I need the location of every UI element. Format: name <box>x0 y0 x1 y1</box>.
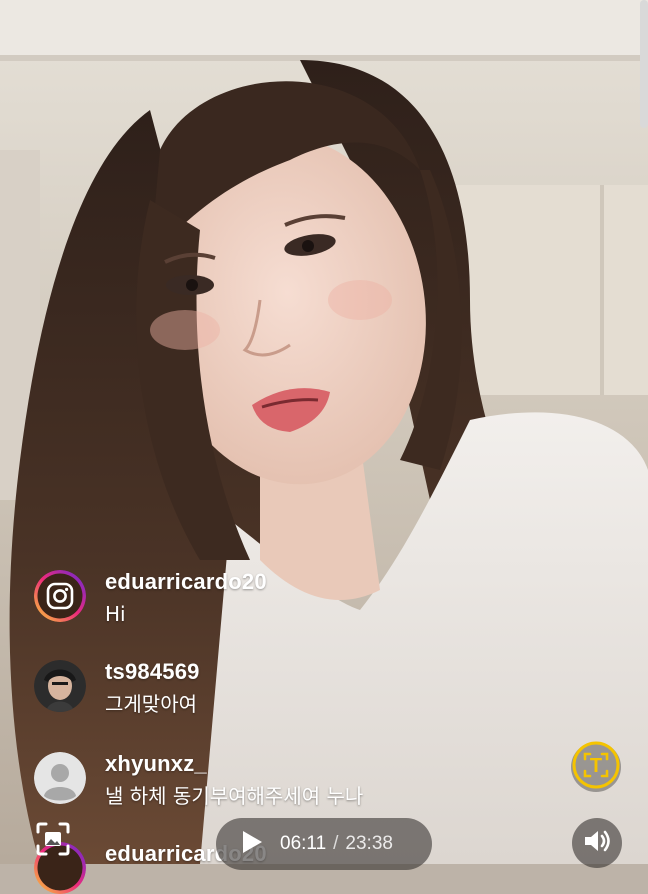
live-video-frame <box>0 0 648 864</box>
text-t-icon: T <box>572 741 620 794</box>
comment-message: 그게맞아여 <box>105 692 197 716</box>
play-icon <box>240 829 264 860</box>
screen-capture-button[interactable] <box>30 818 76 864</box>
comment-username[interactable]: eduarricardo20 <box>105 568 267 596</box>
comment-item: ts984569 그게맞아여 <box>34 658 200 718</box>
play-button[interactable] <box>232 824 272 864</box>
comment-item: eduarricardo20 Hi <box>34 568 267 628</box>
playback-time: 06:11 / 23:38 <box>280 833 393 855</box>
comment-username[interactable]: ts984569 <box>105 658 200 686</box>
instagram-icon <box>34 570 86 622</box>
comment-message: Hi <box>105 602 126 626</box>
comment-item: xhyunxz_ 낼 하체 동기부여해주세여 누나 <box>34 750 364 810</box>
scrollbar-thumb[interactable] <box>640 0 648 128</box>
default-user-icon <box>34 752 86 804</box>
duration: 23:38 <box>345 833 393 854</box>
volume-button[interactable] <box>572 818 622 868</box>
user-photo-avatar <box>34 660 86 712</box>
text-overlay-button[interactable]: T <box>571 741 621 794</box>
comment-username[interactable]: xhyunxz_ <box>105 750 363 778</box>
playback-controls: 06:11 / 23:38 <box>216 818 432 870</box>
comment-message: 낼 하체 동기부여해주세여 누나 <box>105 784 364 808</box>
time-separator: / <box>333 833 339 854</box>
speaker-icon <box>583 828 611 859</box>
svg-text:T: T <box>590 755 602 777</box>
screen-capture-icon <box>34 820 72 863</box>
current-time: 06:11 <box>280 833 327 854</box>
